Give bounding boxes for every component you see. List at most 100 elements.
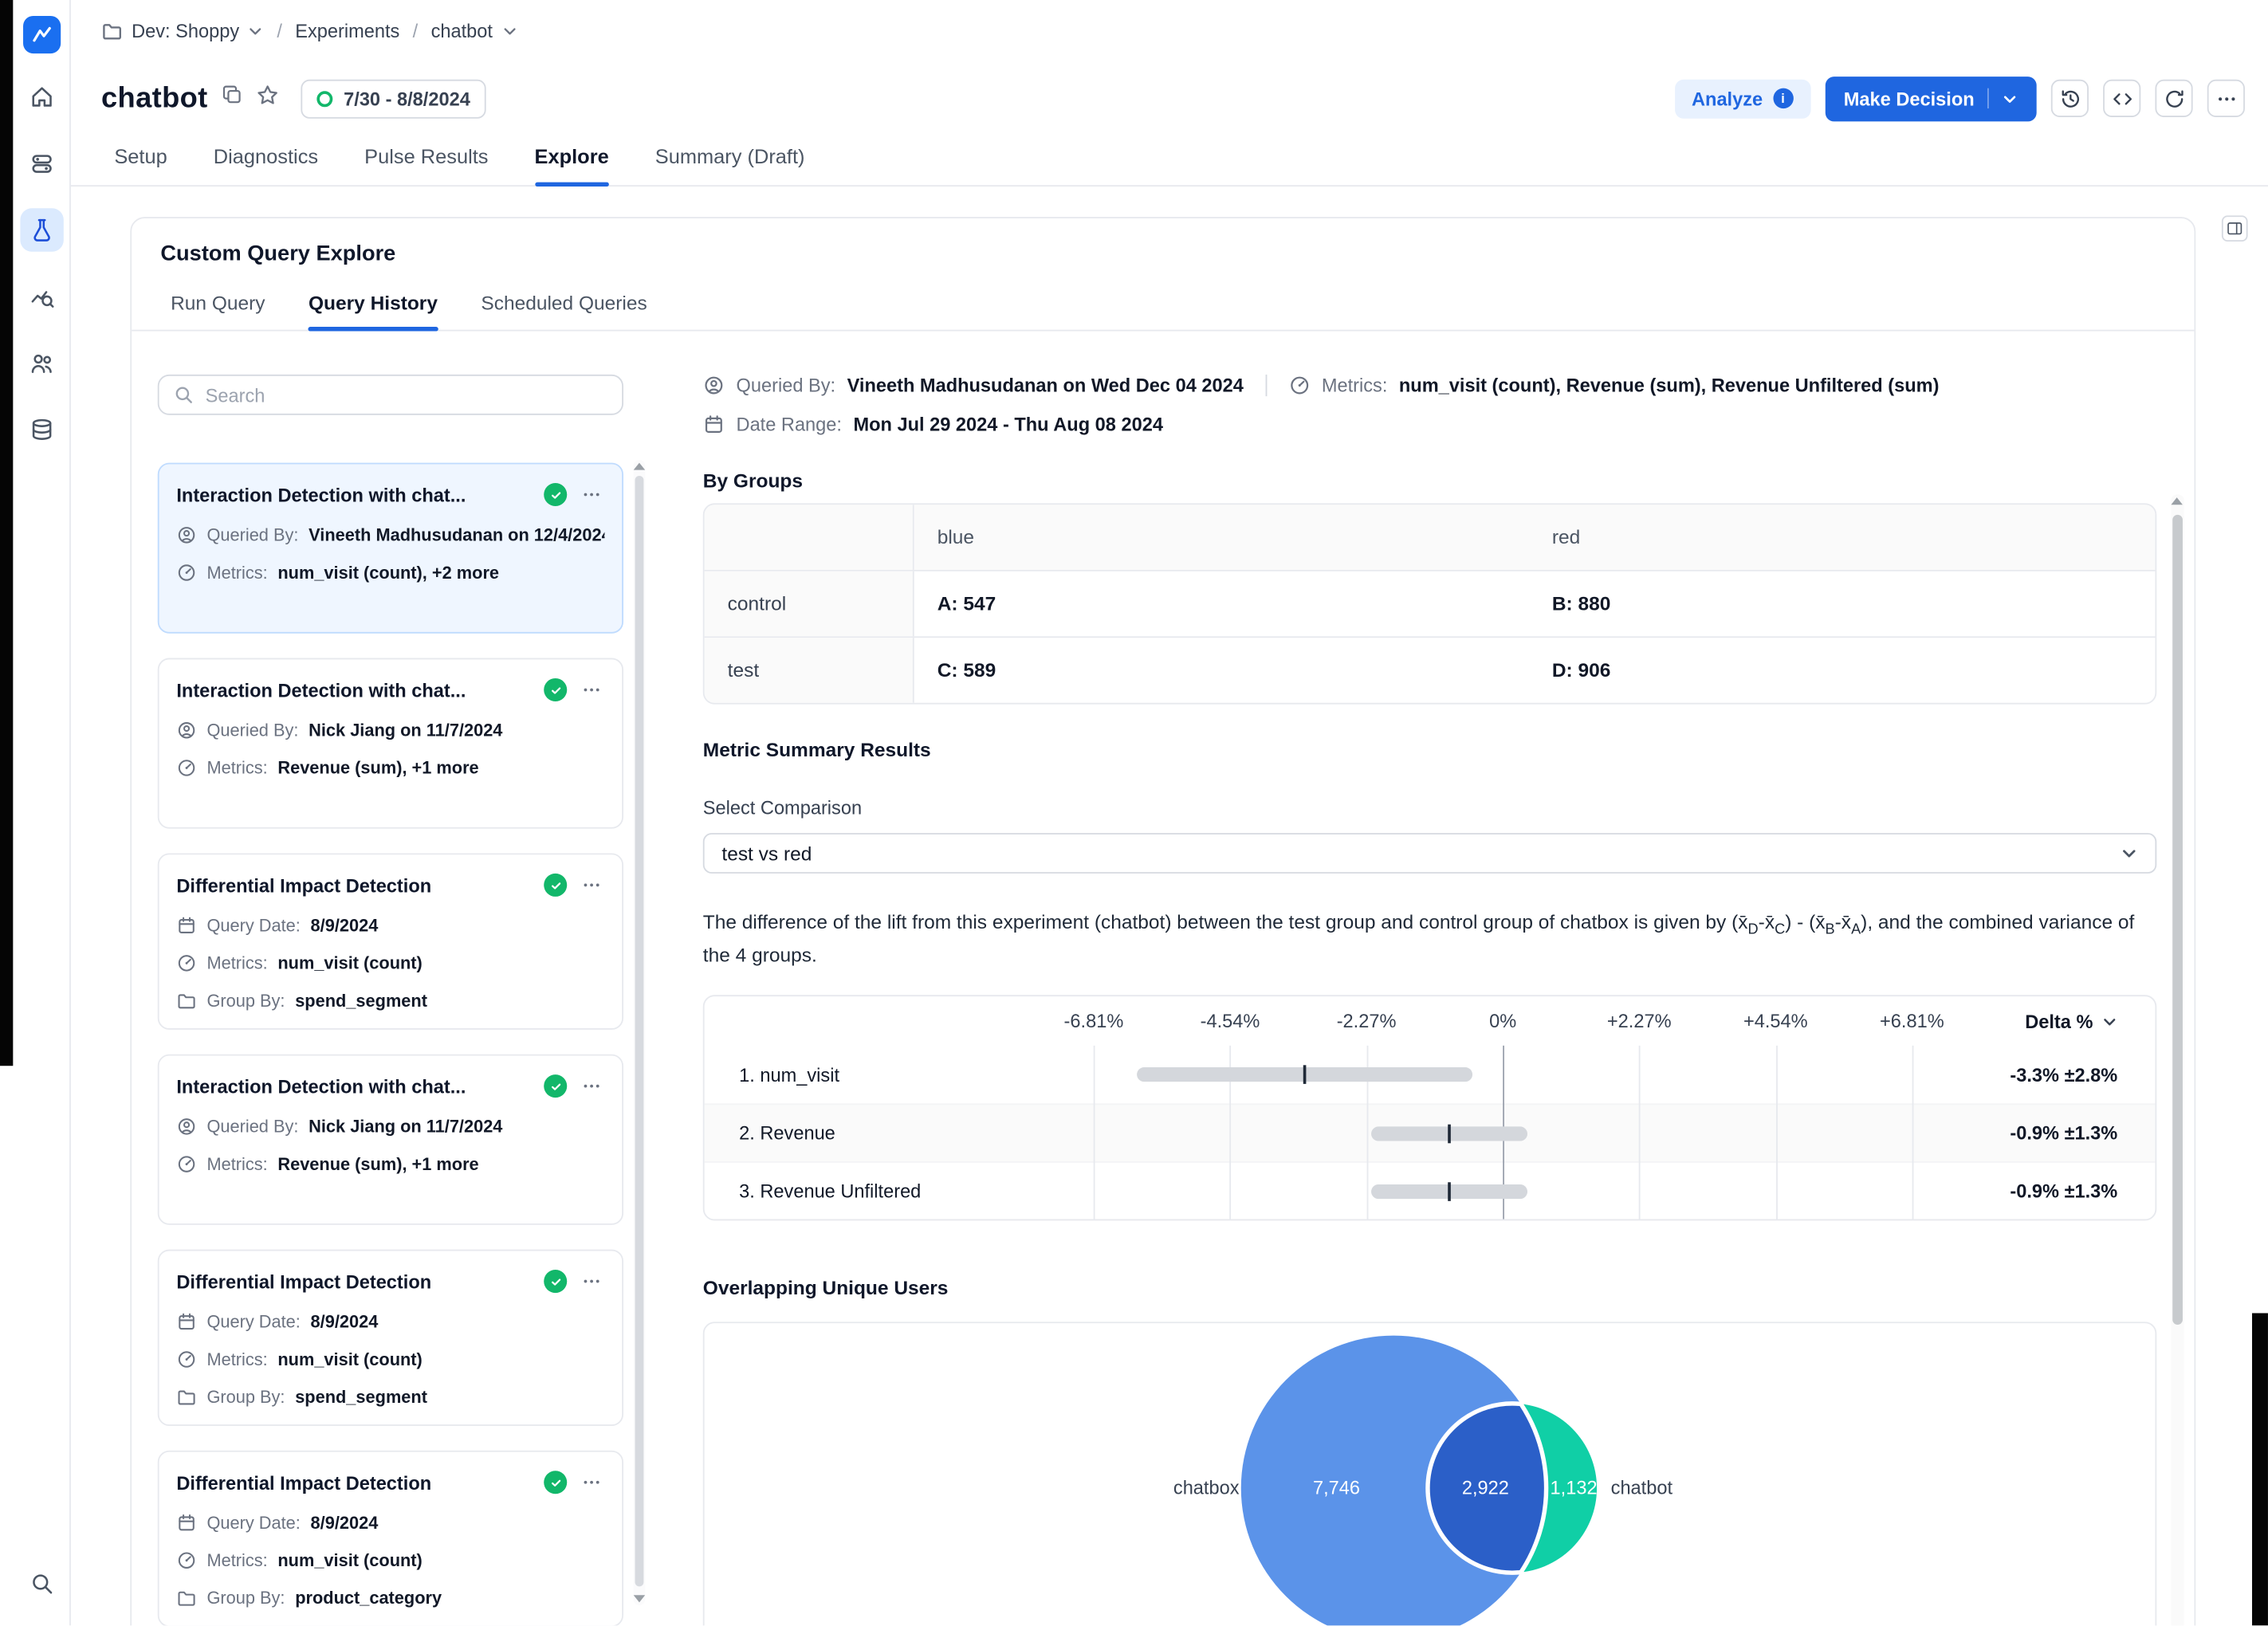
item-menu-button[interactable] [579,481,605,508]
subtab-scheduled-queries[interactable]: Scheduled Queries [481,293,647,330]
query-title: Interaction Detection with chat... [176,484,532,505]
history-button[interactable] [2051,80,2089,117]
explore-subtabs: Run Query Query History Scheduled Querie… [132,266,2194,332]
sidebar-item-data-warehouse[interactable] [19,408,62,451]
experiment-date-range-badge[interactable]: 7/30 - 8/8/2024 [301,79,486,118]
search-icon [28,1570,54,1597]
sidebar-item-feature-gates[interactable] [19,142,62,185]
folder-icon [101,19,123,41]
queried-by-line: Queried By: Nick Jiang on 11/7/2024 [176,1117,604,1137]
line-label: Query Date: [206,1513,300,1533]
item-menu-button[interactable] [579,872,605,898]
feature-gates-icon [28,151,54,177]
app-window: Dev: Shoppy / Experiments / chatbot chat… [0,0,2268,1625]
description-text: The difference of the lift from this exp… [703,911,1748,933]
metrics-line: Metrics: num_visit (count) [176,1349,604,1369]
sidebar-item-experiments[interactable] [19,208,62,251]
history-item-1[interactable]: Interaction Detection with chat... Queri… [158,463,623,634]
detail-panel-scrollbar[interactable] [2171,495,2183,1626]
delta-header-label: Delta % [2025,1011,2093,1032]
metric-label: 2. Revenue [705,1122,1026,1144]
subtab-run-query[interactable]: Run Query [171,293,265,330]
analyze-button[interactable]: Analyze i [1674,79,1810,118]
make-decision-button[interactable]: Make Decision [1825,76,2036,120]
tab-content: Custom Query Explore Run Query Query His… [71,187,2268,1625]
make-decision-label: Make Decision [1844,88,1975,109]
screen-edge-artifact-bottom-right [2252,1313,2268,1625]
ellipsis-icon [2215,88,2237,109]
person-circle-icon [176,525,196,545]
metrics-line: Metrics: num_visit (count) [176,953,604,973]
history-item-2[interactable]: Interaction Detection with chat... Queri… [158,658,623,829]
line-label: Metrics: [206,758,267,778]
item-menu-button[interactable] [579,1073,605,1099]
breadcrumb-experiments[interactable]: Experiments [295,19,399,41]
line-value: Vineeth Madhusudanan on 12/4/2024 [309,525,604,545]
date-range-badge-label: 7/30 - 8/8/2024 [344,88,470,109]
sidebar-item-metrics-explore[interactable] [19,275,62,318]
history-clock-icon [2059,88,2081,109]
line-label: Metrics: [206,1550,267,1570]
favorite-star-button[interactable] [255,83,278,113]
query-date-line: Query Date: 8/9/2024 [176,1312,604,1332]
description-text: -x̄ [1759,911,1775,933]
select-comparison-label: Select Comparison [703,797,2156,819]
app-logo[interactable] [22,16,60,53]
info-icon: i [1773,88,1793,108]
scroll-up-icon[interactable] [634,463,646,470]
history-search [158,375,623,415]
history-item-5[interactable]: Differential Impact Detection Query Date… [158,1250,623,1426]
breadcrumb-project[interactable]: Dev: Shoppy [101,19,264,41]
subscript: C [1775,922,1785,938]
history-item-4[interactable]: Interaction Detection with chat... Queri… [158,1055,623,1225]
chevron-down-icon [2002,90,2018,106]
gauge-icon [176,953,196,973]
item-menu-button[interactable] [579,677,605,703]
search-input[interactable] [206,384,607,406]
sidebar-item-home[interactable] [19,75,62,118]
code-button[interactable] [2103,80,2140,117]
copy-name-button[interactable] [221,84,242,112]
delta-sort-header[interactable]: Delta % [1980,1011,2156,1032]
delta-value: -0.9% ±1.3% [1980,1122,2156,1144]
tab-setup[interactable]: Setup [114,144,167,185]
metrics-line: Metrics: num_visit (count) [176,1550,604,1570]
axis-tick: -6.81% [1064,1011,1124,1032]
queried-by-value: Vineeth Madhusudanan on Wed Dec 04 2024 [847,375,1244,396]
refresh-button[interactable] [2155,80,2192,117]
tab-pulse-results[interactable]: Pulse Results [364,144,488,185]
tab-summary-draft[interactable]: Summary (Draft) [655,144,805,185]
scrollbar-thumb[interactable] [635,476,644,1586]
gauge-icon [1288,375,1310,396]
metrics-value: num_visit (count), Revenue (sum), Revenu… [1399,375,1940,396]
tab-diagnostics[interactable]: Diagnostics [214,144,318,185]
gauge-icon [176,1349,196,1369]
collapse-panel-button[interactable] [2222,215,2248,242]
history-item-3[interactable]: Differential Impact Detection Query Date… [158,853,623,1029]
scrollbar-thumb[interactable] [2172,515,2183,1325]
sidebar-item-search[interactable] [19,1562,62,1605]
history-list-scrollbar[interactable] [634,460,646,1605]
scroll-up-icon[interactable] [2171,497,2183,505]
history-item-6[interactable]: Differential Impact Detection Query Date… [158,1451,623,1626]
date-range-value: Mon Jul 29 2024 - Thu Aug 08 2024 [853,414,1162,435]
chart-magnifier-icon [28,284,54,310]
comparison-select[interactable]: test vs red [703,833,2156,874]
more-options-button[interactable] [2207,80,2245,117]
point-estimate-marker [1448,1124,1451,1143]
item-menu-button[interactable] [579,1469,605,1495]
tab-explore[interactable]: Explore [535,144,609,185]
success-check-icon [544,874,567,897]
folder-group-icon [176,991,196,1011]
breadcrumb-current[interactable]: chatbot [431,19,517,41]
custom-query-explore-card: Custom Query Explore Run Query Query His… [130,217,2195,1625]
item-menu-button[interactable] [579,1268,605,1294]
scroll-down-icon[interactable] [634,1595,646,1602]
line-value: num_visit (count) [277,1550,422,1570]
chevron-down-icon [2101,1013,2117,1029]
line-value: spend_segment [295,1387,427,1407]
sidebar-item-users[interactable] [19,341,62,384]
subtab-query-history[interactable]: Query History [309,293,438,330]
line-label: Queried By: [206,525,298,545]
venn-right-label: chatbot [1611,1477,1673,1498]
